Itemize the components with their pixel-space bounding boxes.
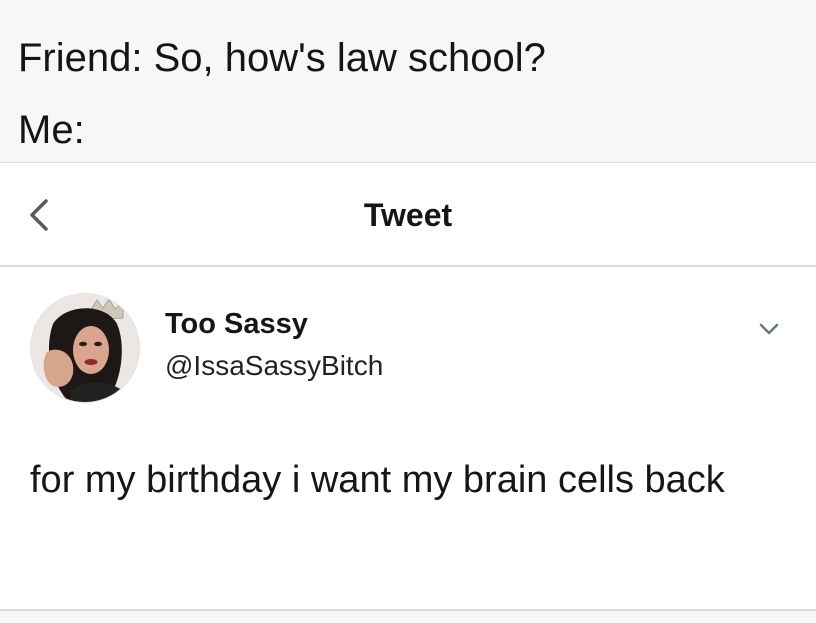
chevron-down-icon xyxy=(759,323,779,335)
more-options-button[interactable] xyxy=(752,315,786,343)
caption-me-line: Me: xyxy=(18,108,85,152)
tweet-nav-bar: Tweet xyxy=(0,163,816,267)
tweet-card: Too Sassy @IssaSassyBitch for my birthda… xyxy=(0,267,816,610)
display-name[interactable]: Too Sassy xyxy=(165,307,308,341)
meme-caption: Friend: So, how's law school? Me: xyxy=(0,0,816,163)
avatar[interactable] xyxy=(30,293,140,403)
profile-photo-icon xyxy=(31,294,139,402)
footer-strip xyxy=(0,610,816,623)
tweet-text: for my birthday i want my brain cells ba… xyxy=(30,459,725,501)
nav-title: Tweet xyxy=(363,197,453,233)
caption-friend-line: Friend: So, how's law school? xyxy=(18,36,546,80)
user-handle[interactable]: @IssaSassyBitch xyxy=(165,349,383,383)
